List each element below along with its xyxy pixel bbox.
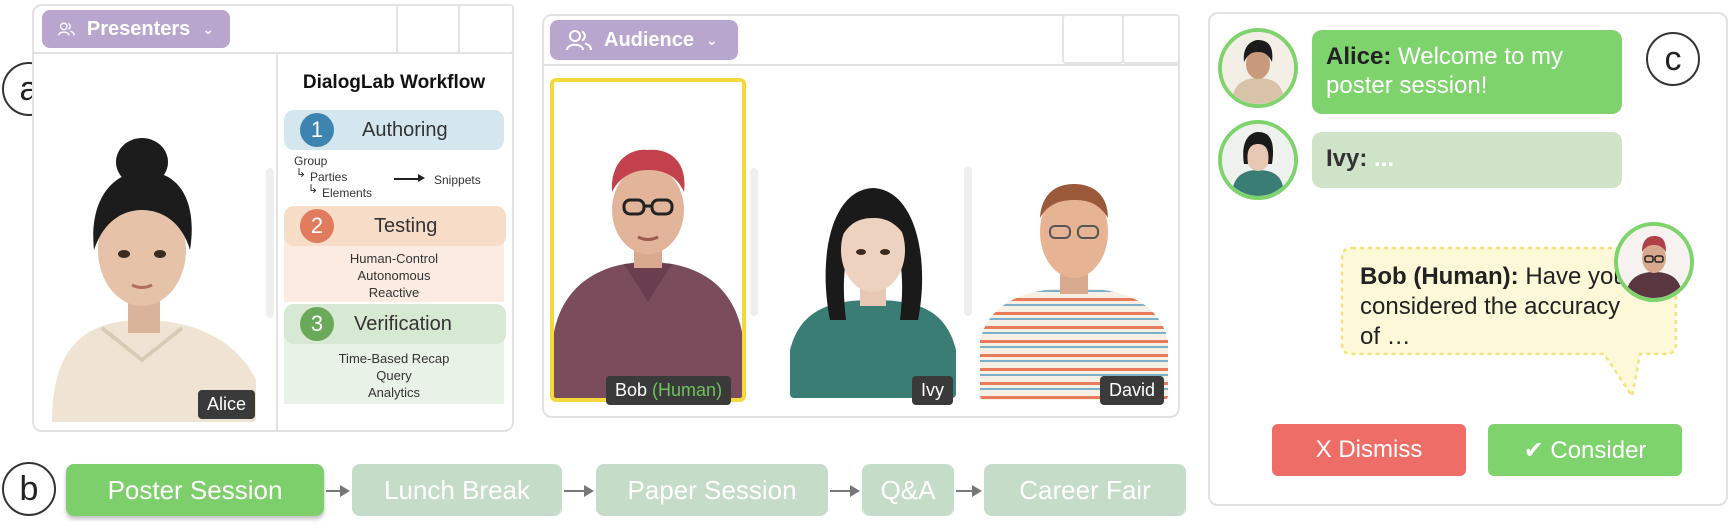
chat-speaker-bob: Bob (Human): [1360, 263, 1519, 290]
timeline-arrow [326, 485, 350, 497]
workflow-step-authoring[interactable]: 1 Authoring [284, 110, 504, 150]
timeline-node-poster-session[interactable]: Poster Session [66, 464, 324, 516]
tree-arrow-parties: ↳ [296, 166, 307, 180]
chat-speaker-ivy: Ivy: [1326, 145, 1368, 172]
step-number-2: 2 [300, 209, 334, 243]
workflow-column-border [276, 54, 278, 432]
testing-item: Autonomous [357, 268, 431, 283]
audience-avatar-bob[interactable] [550, 78, 746, 402]
section-label-c: c [1646, 32, 1700, 86]
chat-message-ivy: Ivy: ... [1312, 132, 1622, 188]
testing-item: Human-Control [349, 251, 439, 266]
chat-avatar-alice [1218, 28, 1298, 108]
alice-name-chip: Alice [198, 390, 256, 419]
audience-header-divider [543, 64, 1179, 66]
section-label-b: b [2, 462, 56, 516]
chat-avatar-bob [1614, 222, 1694, 302]
users-icon [58, 22, 75, 36]
verification-item: Time-Based Recap [338, 351, 450, 366]
testing-item: Reactive [368, 285, 420, 300]
chat-avatar-ivy [1218, 120, 1298, 200]
tree-long-arrow-head [418, 174, 425, 182]
alice-avatar-image [42, 130, 256, 422]
verification-item: Query [376, 368, 412, 383]
step-label-verification: Verification [354, 312, 452, 335]
step-label-authoring: Authoring [362, 118, 448, 141]
chat-speaker-alice: Alice: [1326, 43, 1392, 70]
audience-avatar-ivy[interactable] [790, 170, 956, 398]
workflow-step-verification[interactable]: 3 Verification [284, 304, 506, 344]
presenters-scrollbar[interactable] [266, 168, 274, 318]
tree-arrow-elements: ↳ [308, 182, 319, 196]
presenters-dropdown[interactable]: Presenters ⌄ [42, 10, 230, 48]
users-icon [566, 30, 592, 51]
bob-chat-avatar-image [1618, 226, 1690, 298]
audience-scrollbar-2[interactable] [964, 166, 972, 316]
timeline-arrow [830, 485, 860, 497]
chevron-down-icon: ⌄ [706, 31, 718, 48]
chevron-down-icon: ⌄ [202, 20, 214, 37]
ivy-avatar-image [790, 170, 956, 398]
timeline-node-paper-session[interactable]: Paper Session [596, 464, 828, 516]
tree-snippets: Snippets [434, 173, 481, 187]
audience-scrollbar-1[interactable] [750, 168, 758, 316]
chat-text-ivy: ... [1374, 145, 1395, 172]
timeline-node-qa[interactable]: Q&A [862, 464, 954, 516]
presenter-avatar-alice[interactable] [42, 130, 256, 422]
audience-avatar-david[interactable] [980, 170, 1168, 400]
tree-long-arrow [394, 178, 420, 180]
timeline-node-lunch-break[interactable]: Lunch Break [352, 464, 562, 516]
verification-items: Time-Based Recap Query Analytics [284, 350, 504, 401]
step-number-3: 3 [300, 307, 334, 341]
tree-elements: Elements [322, 186, 373, 200]
presenters-label: Presenters [86, 17, 191, 40]
presenters-tab-slot-2[interactable] [458, 4, 514, 54]
bob-name: Bob [615, 380, 648, 400]
workflow-step-testing[interactable]: 2 Testing [284, 206, 506, 246]
bob-human-tag: (Human) [652, 380, 723, 400]
timeline-arrow [956, 485, 982, 497]
step-label-testing: Testing [374, 214, 438, 237]
chat-message-alice: Alice: Welcome to my poster session! [1312, 30, 1622, 114]
david-avatar-image [980, 170, 1168, 400]
timeline-node-career-fair[interactable]: Career Fair [984, 464, 1186, 516]
testing-items: Human-Control Autonomous Reactive [284, 250, 504, 301]
dismiss-button[interactable]: X Dismiss [1272, 424, 1466, 476]
verification-item: Analytics [367, 385, 421, 400]
audience-tab-slot-1[interactable] [1062, 14, 1124, 64]
bob-name-chip: Bob (Human) [606, 376, 732, 405]
presenters-tab-slot-1[interactable] [396, 4, 460, 54]
alice-chat-avatar-image [1222, 32, 1294, 104]
audience-dropdown[interactable]: Audience ⌄ [550, 20, 738, 60]
ivy-name-chip: Ivy [912, 376, 954, 405]
david-name-chip: David [1100, 376, 1165, 405]
audience-label: Audience [604, 28, 695, 51]
bob-avatar-image [554, 82, 742, 398]
consider-button[interactable]: ✔ Consider [1488, 424, 1682, 476]
step-number-1: 1 [300, 113, 334, 147]
chat-message-bob: Bob (Human): Have you considered the acc… [1360, 262, 1630, 352]
authoring-tree: Group ↳ Parties ↳ Elements Snippets [294, 154, 504, 204]
workflow-title: DialogLab Workflow [302, 72, 486, 93]
ivy-chat-avatar-image [1222, 124, 1294, 196]
timeline-arrow [564, 485, 594, 497]
audience-tab-slot-2[interactable] [1122, 14, 1180, 64]
